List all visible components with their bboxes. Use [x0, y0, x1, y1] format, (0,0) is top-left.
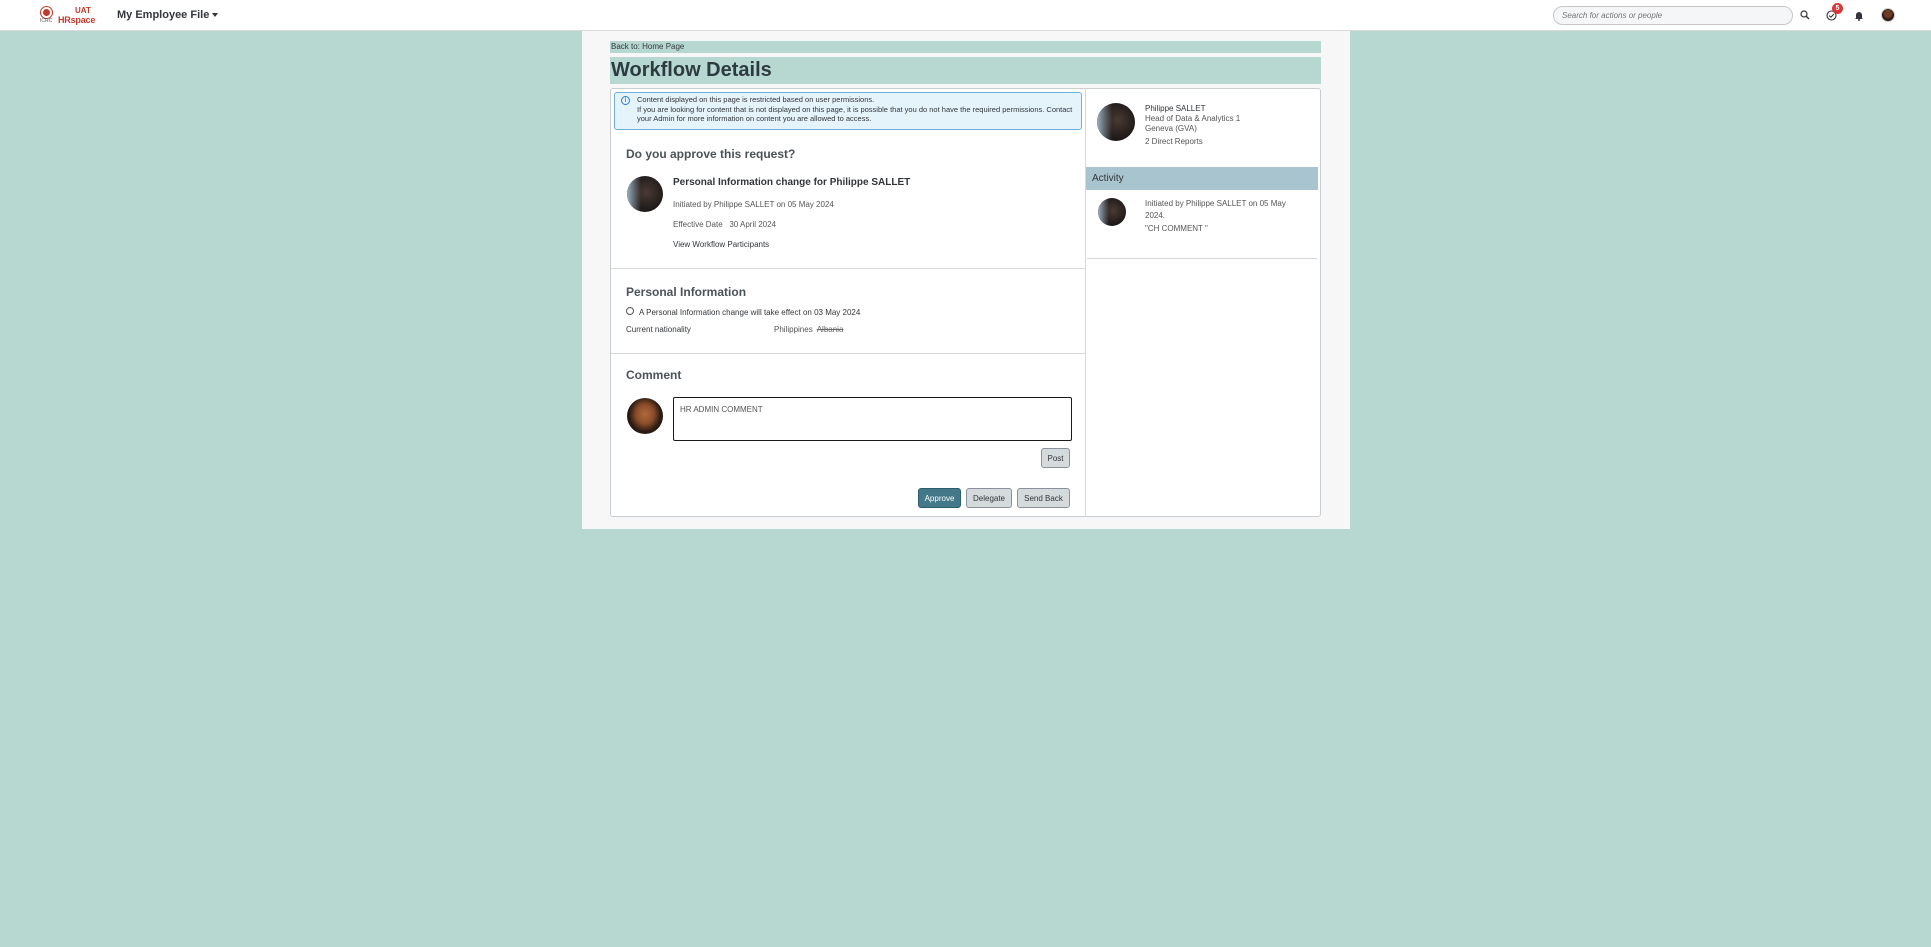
comment-textarea[interactable]: HR ADMIN COMMENT	[673, 397, 1072, 441]
activity-text-line-2: 2024.	[1145, 211, 1166, 220]
activity-divider	[1087, 258, 1317, 259]
person-name[interactable]: Philippe SALLET	[1145, 104, 1205, 113]
person-avatar[interactable]	[1097, 103, 1135, 141]
caret-down-icon	[212, 13, 219, 18]
bell-icon[interactable]	[1852, 8, 1866, 22]
initiated-text: Initiated by Philippe SALLET on 05 May 2…	[673, 200, 834, 209]
info-line-2: If you are looking for content that is n…	[637, 104, 1073, 124]
effective-date-label: Effective Date	[673, 220, 723, 229]
nationality-old-value: Albania	[816, 325, 844, 334]
app-title-label: My Employee File	[117, 9, 210, 21]
info-banner-text: Content displayed on this page is restri…	[637, 95, 1077, 124]
section-divider	[611, 353, 1085, 354]
app-title-menu[interactable]: My Employee File	[117, 9, 219, 21]
nationality-label: Current nationality	[626, 325, 691, 334]
activity-avatar	[1098, 198, 1126, 226]
activity-comment: "CH COMMENT "	[1145, 224, 1208, 233]
approve-button[interactable]: Approve	[918, 488, 961, 508]
person-title: Head of Data & Analytics 1	[1145, 114, 1241, 123]
activity-text-line-1: Initiated by Philippe SALLET on 05 May	[1145, 199, 1286, 208]
search-input[interactable]	[1553, 6, 1793, 25]
view-participants-link[interactable]: View Workflow Participants	[673, 240, 769, 249]
logo-env-text: UAT	[75, 6, 91, 15]
request-title: Personal Information change for Philippe…	[673, 177, 911, 188]
logo-org-text: ICRC	[40, 18, 53, 24]
icrc-emblem-icon	[41, 7, 52, 18]
company-logo[interactable]: ICRC UAT HRspace	[38, 6, 96, 25]
logo-app-text: HRspace	[58, 15, 96, 25]
info-icon: i	[621, 96, 630, 105]
shell-bar: ICRC UAT HRspace My Employee File 5	[0, 0, 1931, 31]
commenter-avatar	[627, 398, 663, 434]
personal-info-heading: Personal Information	[626, 285, 747, 299]
todo-count-badge: 5	[1832, 3, 1843, 14]
section-divider	[611, 268, 1085, 269]
info-line-1: Content displayed on this page is restri…	[637, 95, 875, 104]
direct-reports-link[interactable]: 2 Direct Reports	[1145, 137, 1203, 146]
send-back-button[interactable]: Send Back	[1017, 488, 1070, 508]
nationality-values: Philippines Albania	[774, 325, 843, 334]
column-divider	[1085, 88, 1086, 517]
comment-heading: Comment	[626, 368, 682, 382]
clock-icon	[626, 307, 634, 315]
effective-date-value: 30 April 2024	[729, 220, 777, 229]
back-link[interactable]: Back to: Home Page	[610, 41, 1321, 53]
user-avatar[interactable]	[1881, 8, 1895, 22]
effective-date: Effective Date 30 April 2024	[673, 220, 776, 229]
search-icon[interactable]	[1798, 8, 1812, 22]
person-location: Geneva (GVA)	[1145, 124, 1197, 133]
page-title: Workflow Details	[611, 59, 772, 81]
post-button[interactable]: Post	[1041, 448, 1070, 468]
delegate-button[interactable]: Delegate	[966, 488, 1012, 508]
activity-header: Activity	[1086, 167, 1318, 190]
nationality-new-value: Philippines	[774, 325, 813, 334]
requester-avatar[interactable]	[627, 176, 663, 212]
effect-notice: A Personal Information change will take …	[639, 308, 861, 317]
approve-heading: Do you approve this request?	[626, 147, 796, 161]
